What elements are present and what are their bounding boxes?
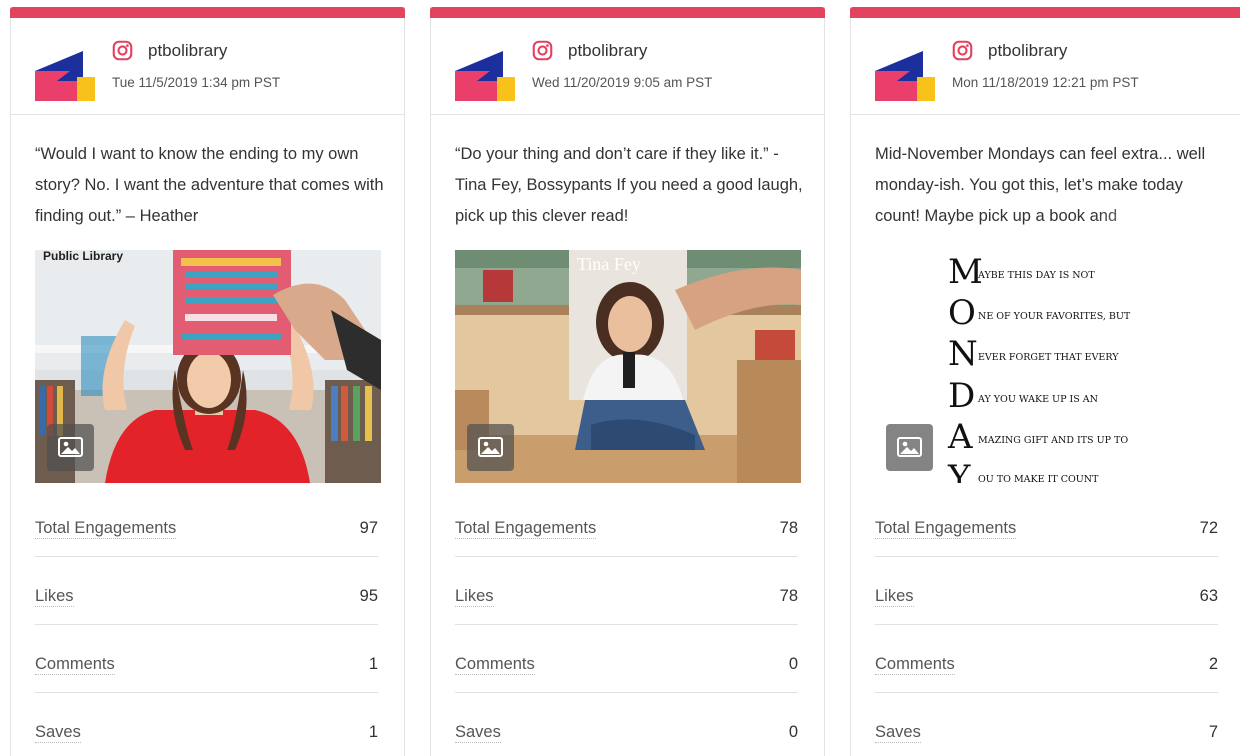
instagram-icon	[112, 40, 133, 61]
metric-row-comments: Comments 0	[455, 625, 798, 693]
metric-label[interactable]: Comments	[455, 654, 535, 675]
metric-label[interactable]: Saves	[35, 722, 81, 743]
post-timestamp: Tue 11/5/2019 1:34 pm PST	[112, 75, 281, 90]
metric-value: 0	[788, 655, 798, 673]
metric-label[interactable]: Likes	[455, 586, 494, 607]
metric-label[interactable]: Likes	[35, 586, 74, 607]
metric-label[interactable]: Comments	[35, 654, 115, 675]
svg-text:Public Library: Public Library	[43, 250, 123, 263]
profile-name[interactable]: ptbolibrary	[148, 40, 227, 62]
media-type-badge	[47, 424, 94, 471]
metric-value: 78	[779, 519, 798, 537]
media-type-badge	[886, 424, 933, 471]
post-image[interactable]: Tina Fey	[455, 250, 801, 483]
post-timestamp: Mon 11/18/2019 12:21 pm PST	[952, 75, 1139, 90]
svg-text:MAZING GIFT AND ITS UP TO: MAZING GIFT AND ITS UP TO	[978, 435, 1128, 446]
post-header: ptbolibrary Wed 11/20/2019 9:05 am PST	[431, 18, 824, 115]
metric-label[interactable]: Saves	[875, 722, 921, 743]
metric-label[interactable]: Comments	[875, 654, 955, 675]
metric-value: 95	[359, 587, 378, 605]
post-caption: “Do your thing and don’t care if they li…	[455, 139, 804, 231]
metric-row-saves: Saves 7	[875, 693, 1218, 756]
svg-text:A: A	[947, 417, 973, 457]
engagement-stats: Total Engagements 78 Likes 78 Comments 0…	[455, 489, 798, 756]
svg-text:Y: Y	[947, 458, 971, 483]
profile-avatar-logo	[875, 51, 935, 101]
post-card[interactable]: ptbolibrary Wed 11/20/2019 9:05 am PST “…	[430, 7, 825, 756]
svg-text:O: O	[948, 293, 976, 333]
post-image[interactable]: M AYBE THIS DAY IS NOT O NE OF YOUR FAVO…	[875, 250, 1221, 483]
svg-text:N: N	[948, 334, 978, 374]
post-card[interactable]: ptbolibrary Tue 11/5/2019 1:34 pm PST “W…	[10, 7, 405, 756]
svg-text:D: D	[948, 376, 975, 416]
metric-row-total-engagements: Total Engagements 78	[455, 489, 798, 557]
metric-value: 1	[368, 723, 378, 741]
image-icon	[58, 437, 83, 457]
post-card[interactable]: ptbolibrary Mon 11/18/2019 12:21 pm PST …	[850, 7, 1240, 756]
svg-text:OU TO MAKE IT COUNT: OU TO MAKE IT COUNT	[978, 474, 1099, 483]
post-timestamp: Wed 11/20/2019 9:05 am PST	[532, 75, 713, 90]
svg-text:AY YOU WAKE UP IS AN: AY YOU WAKE UP IS AN	[977, 394, 1098, 405]
engagement-stats: Total Engagements 72 Likes 63 Comments 2…	[875, 489, 1218, 756]
metric-value: 63	[1199, 587, 1218, 605]
svg-text:EVER FORGET THAT EVERY: EVER FORGET THAT EVERY	[978, 352, 1119, 363]
post-caption: Mid-November Mondays can feel extra... w…	[875, 139, 1224, 231]
svg-text:Tina Fey: Tina Fey	[577, 254, 641, 274]
metric-value: 97	[359, 519, 378, 537]
card-accent-bar	[430, 7, 825, 18]
card-accent-bar	[850, 7, 1240, 18]
metric-row-likes: Likes 95	[35, 557, 378, 625]
metric-label[interactable]: Total Engagements	[35, 518, 177, 539]
metric-row-comments: Comments 1	[35, 625, 378, 693]
metric-label[interactable]: Total Engagements	[875, 518, 1017, 539]
post-header: ptbolibrary Tue 11/5/2019 1:34 pm PST	[11, 18, 404, 115]
metric-value: 72	[1199, 519, 1218, 537]
profile-avatar-logo	[35, 51, 95, 101]
metric-row-comments: Comments 2	[875, 625, 1218, 693]
post-header: ptbolibrary Mon 11/18/2019 12:21 pm PST	[851, 18, 1240, 115]
post-caption: “Would I want to know the ending to my o…	[35, 139, 384, 231]
metric-row-likes: Likes 63	[875, 557, 1218, 625]
svg-text:AYBE THIS DAY IS NOT: AYBE THIS DAY IS NOT	[977, 270, 1095, 281]
metric-value: 0	[788, 723, 798, 741]
metric-label[interactable]: Total Engagements	[455, 518, 597, 539]
profile-avatar-logo	[455, 51, 515, 101]
metric-label[interactable]: Saves	[455, 722, 501, 743]
profile-name[interactable]: ptbolibrary	[568, 40, 647, 62]
image-icon	[897, 437, 922, 457]
metric-value: 7	[1208, 723, 1218, 741]
instagram-icon	[532, 40, 553, 61]
engagement-stats: Total Engagements 97 Likes 95 Comments 1…	[35, 489, 378, 756]
post-image[interactable]: Public Library	[35, 250, 381, 483]
metric-value: 2	[1208, 655, 1218, 673]
image-icon	[478, 437, 503, 457]
metric-row-likes: Likes 78	[455, 557, 798, 625]
card-accent-bar	[10, 7, 405, 18]
media-type-badge	[467, 424, 514, 471]
metric-row-saves: Saves 1	[35, 693, 378, 756]
metric-label[interactable]: Likes	[875, 586, 914, 607]
instagram-icon	[952, 40, 973, 61]
metric-row-total-engagements: Total Engagements 72	[875, 489, 1218, 557]
metric-value: 78	[779, 587, 798, 605]
profile-name[interactable]: ptbolibrary	[988, 40, 1067, 62]
metric-value: 1	[368, 655, 378, 673]
metric-row-saves: Saves 0	[455, 693, 798, 756]
metric-row-total-engagements: Total Engagements 97	[35, 489, 378, 557]
svg-text:NE OF YOUR FAVORITES, BUT: NE OF YOUR FAVORITES, BUT	[978, 311, 1131, 322]
